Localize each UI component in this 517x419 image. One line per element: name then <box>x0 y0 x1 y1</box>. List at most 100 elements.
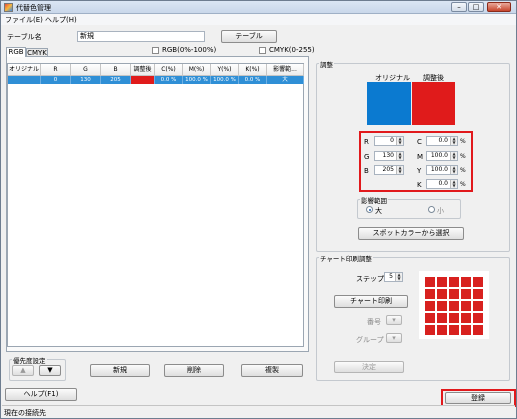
b-label: B <box>364 167 369 175</box>
chart-preview-cell <box>473 289 483 299</box>
range-small-label: 小 <box>437 207 444 215</box>
g-spin-arrows[interactable]: ▲ ▼ <box>396 152 403 160</box>
chart-print-button[interactable]: チャート印刷 <box>334 295 408 308</box>
cell-r: 0 <box>41 76 71 84</box>
chart-preview-cell <box>437 277 447 287</box>
group-label: グループ <box>356 336 384 344</box>
b-spin-arrows[interactable]: ▲ ▼ <box>396 166 403 174</box>
m-unit: % <box>460 153 466 160</box>
number-dropdown-arrow-icon: ▾ <box>392 316 396 324</box>
priority-down-button[interactable]: ▼ <box>39 365 61 376</box>
m-spin-arrows[interactable]: ▲ ▼ <box>450 152 457 160</box>
col-b[interactable]: B <box>101 64 131 76</box>
r-label: R <box>364 138 369 146</box>
g-input[interactable]: 130 ▲ ▼ <box>374 151 404 161</box>
r-value: 0 <box>390 137 394 144</box>
priority-up-button[interactable]: ▲ <box>12 365 34 376</box>
close-button[interactable]: ✕ <box>487 2 511 12</box>
y-input[interactable]: 100.0 ▲ ▼ <box>426 165 458 175</box>
chart-preview-cell <box>461 325 471 335</box>
chart-preview-cell <box>425 289 435 299</box>
main-window: 代替色管理 – □ ✕ ファイル(E) ヘルプ(H) テーブル名 新規 テーブル… <box>0 0 517 419</box>
chart-preview-cell <box>461 301 471 311</box>
cell-range: 大 <box>267 76 304 84</box>
app-icon <box>4 3 13 12</box>
range-small-radio[interactable] <box>428 206 435 213</box>
b-input[interactable]: 205 ▲ ▼ <box>374 165 404 175</box>
col-adjusted[interactable]: 調整後 <box>131 64 155 76</box>
r-spin-arrows[interactable]: ▲ ▼ <box>396 137 403 145</box>
chart-preview-cell <box>449 313 459 323</box>
rgb-percent-label: RGB(0%-100%) <box>162 46 217 54</box>
y-value: 100.0 <box>430 166 448 173</box>
range-title: 影響範囲 <box>360 195 388 205</box>
step-label: ステップ <box>356 275 384 283</box>
col-k[interactable]: K(%) <box>239 64 267 76</box>
col-original[interactable]: オリジナル <box>8 64 41 76</box>
c-spin-arrows[interactable]: ▲ ▼ <box>450 137 457 145</box>
c-label: C <box>417 138 422 146</box>
original-color-swatch <box>367 82 411 125</box>
color-table[interactable]: オリジナル R G B 調整後 C(%) M(%) Y(%) K(%) 影響範.… <box>7 63 304 347</box>
number-dropdown[interactable]: ▾ <box>386 315 402 325</box>
menu-bar: ファイル(E) ヘルプ(H) <box>1 14 516 25</box>
cmyk-255-label: CMYK(0-255) <box>269 46 315 54</box>
col-r[interactable]: R <box>41 64 71 76</box>
menu-file[interactable]: ファイル(E) <box>5 15 43 25</box>
priority-title: 優先度設定 <box>12 355 47 365</box>
table-button[interactable]: テーブル <box>221 30 277 43</box>
minimize-button[interactable]: – <box>451 2 467 12</box>
new-button[interactable]: 新規 <box>90 364 150 377</box>
col-range[interactable]: 影響範... <box>267 64 304 76</box>
m-input[interactable]: 100.0 ▲ ▼ <box>426 151 458 161</box>
step-spin-arrows[interactable]: ▲ ▼ <box>395 273 402 281</box>
menu-help[interactable]: ヘルプ(H) <box>45 15 77 25</box>
y-spin-arrows[interactable]: ▲ ▼ <box>450 166 457 174</box>
table-row[interactable]: 0 130 205 0.0 % 100.0 % 100.0 % 0.0 % 大 <box>8 76 304 84</box>
table-name-label: テーブル名 <box>7 33 42 41</box>
c-value: 0.0 <box>438 137 448 144</box>
chart-preview-cell <box>425 301 435 311</box>
title-bar: 代替色管理 – □ ✕ <box>1 1 516 14</box>
g-label: G <box>364 153 370 161</box>
group-dropdown[interactable]: ▾ <box>386 333 402 343</box>
y-label: Y <box>417 167 422 175</box>
delete-button[interactable]: 削除 <box>164 364 224 377</box>
chart-preview-cell <box>449 301 459 311</box>
chart-preview-cell <box>437 301 447 311</box>
cell-k: 0.0 % <box>239 76 267 84</box>
col-m[interactable]: M(%) <box>183 64 211 76</box>
cell-c: 0.0 % <box>155 76 183 84</box>
chart-title: チャート印刷調整 <box>319 253 373 263</box>
spot-color-button[interactable]: スポットカラーから選択 <box>358 227 464 240</box>
cmyk-255-checkbox[interactable] <box>259 47 266 54</box>
register-button[interactable]: 登録 <box>445 392 511 404</box>
tab-rgb[interactable]: RGB <box>6 47 26 57</box>
c-input[interactable]: 0.0 ▲ ▼ <box>426 136 458 146</box>
k-input[interactable]: 0.0 ▲ ▼ <box>426 179 458 189</box>
k-value: 0.0 <box>438 180 448 187</box>
maximize-button[interactable]: □ <box>468 2 484 12</box>
rgb-percent-checkbox[interactable] <box>152 47 159 54</box>
status-text: 現在の接続先 <box>4 409 46 417</box>
k-spin-arrows[interactable]: ▲ ▼ <box>450 180 457 188</box>
cell-y: 100.0 % <box>211 76 239 84</box>
r-input[interactable]: 0 ▲ ▼ <box>374 136 404 146</box>
cell-adjusted-swatch <box>131 76 155 84</box>
group-dropdown-arrow-icon: ▾ <box>392 334 396 342</box>
apply-button[interactable]: 決定 <box>334 361 404 373</box>
col-y[interactable]: Y(%) <box>211 64 239 76</box>
range-large-radio[interactable] <box>366 206 373 213</box>
chart-preview-cell <box>461 277 471 287</box>
col-g[interactable]: G <box>71 64 101 76</box>
table-name-field[interactable]: 新規 <box>77 31 205 42</box>
number-label: 番号 <box>367 318 381 326</box>
chart-preview-cell <box>437 313 447 323</box>
help-button[interactable]: ヘルプ(F1) <box>5 388 77 401</box>
chart-preview <box>419 271 489 339</box>
c-unit: % <box>460 138 466 145</box>
duplicate-button[interactable]: 複製 <box>241 364 303 377</box>
step-input[interactable]: 5 ▲ ▼ <box>384 272 403 282</box>
col-c[interactable]: C(%) <box>155 64 183 76</box>
range-large-label: 大 <box>375 207 382 215</box>
